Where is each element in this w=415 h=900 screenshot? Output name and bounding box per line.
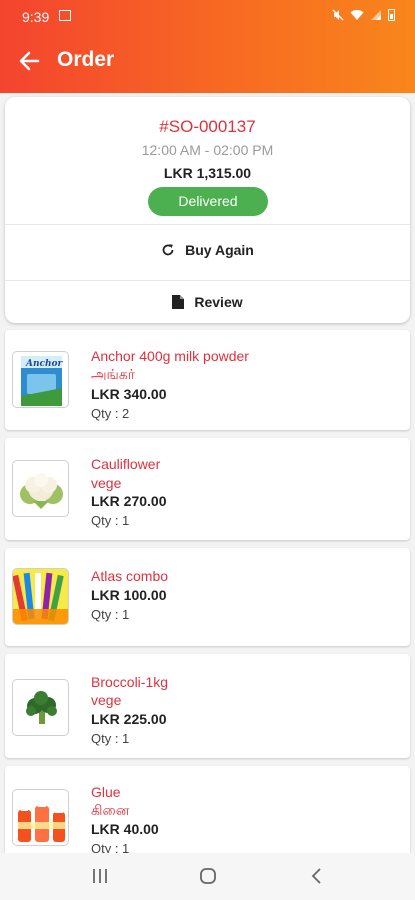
buy-again-button[interactable]: Buy Again [5,224,410,276]
recent-apps-button[interactable] [88,865,112,887]
cauliflower-icon [20,473,63,509]
image-notification-icon [59,10,71,21]
product-name-local: அங்கர் [91,366,136,382]
product-image [12,789,69,846]
product-image [12,460,69,517]
product-name: Atlas combo [91,568,169,584]
order-total: LKR 1,315.00 [163,165,252,181]
signal-icon [371,10,381,20]
system-back-button[interactable] [305,865,329,887]
home-button[interactable] [196,865,220,887]
review-label: Review [194,294,243,310]
order-content[interactable]: #SO-000137 12:00 AM - 02:00 PM LKR 1,315… [0,93,415,853]
product-quantity: Qty : 1 [91,731,130,746]
list-item[interactable]: Glue கினை LKR 40.00 Qty : 1 [5,766,410,853]
product-quantity: Qty : 1 [91,513,130,528]
product-quantity: Qty : 1 [91,841,130,853]
product-price: LKR 270.00 [91,493,167,509]
product-quantity: Qty : 1 [91,607,130,622]
product-price: LKR 340.00 [91,386,167,402]
product-image [12,679,69,736]
buy-again-label: Buy Again [185,242,254,258]
milk-powder-icon: Anchor [21,356,64,406]
product-price: LKR 100.00 [91,587,167,603]
order-number: #SO-000137 [159,117,256,136]
status-badge: Delivered [148,187,268,216]
status-time: 9:39 [22,9,50,25]
product-price: LKR 225.00 [91,711,167,727]
product-quantity: Qty : 2 [91,406,130,421]
product-name-local: vege [91,692,122,708]
status-bar: 9:39 [0,0,415,32]
wifi-icon [350,9,364,20]
back-button[interactable] [14,46,46,76]
broccoli-icon [26,691,57,724]
list-item[interactable]: Atlas combo LKR 100.00 Qty : 1 [5,548,410,646]
mute-icon [332,9,344,21]
svg-text:Anchor: Anchor [25,359,64,369]
refresh-icon [162,244,174,256]
document-icon [172,295,185,309]
product-name-local: கினை [91,802,130,818]
stationery-icon [13,569,68,624]
review-button[interactable]: Review [5,281,410,323]
product-name: Anchor 400g milk powder [91,348,249,364]
status-indicators [332,9,395,21]
recent-apps-icon [93,869,107,883]
glue-bottles-icon [18,798,65,842]
product-image [12,568,69,625]
product-image: Anchor [12,351,69,408]
product-name: Cauliflower [91,456,161,472]
page-title: Order [57,48,115,71]
chevron-left-icon [311,868,321,884]
product-name-local: vege [91,475,122,491]
product-price: LKR 40.00 [91,821,159,837]
list-item[interactable]: Broccoli-1kg vege LKR 225.00 Qty : 1 [5,654,410,758]
battery-icon [388,9,395,21]
system-navigation-bar [0,853,415,900]
arrow-left-icon [19,51,40,71]
order-time-slot: 12:00 AM - 02:00 PM [141,142,274,158]
product-name: Glue [91,784,121,800]
app-bar: Order [0,32,415,90]
order-summary-card: #SO-000137 12:00 AM - 02:00 PM LKR 1,315… [5,97,410,323]
home-icon [200,868,216,884]
list-item[interactable]: Anchor Anchor 400g milk powder அங்கர் LK… [5,330,410,430]
product-name: Broccoli-1kg [91,674,169,690]
list-item[interactable]: Cauliflower vege LKR 270.00 Qty : 1 [5,438,410,540]
